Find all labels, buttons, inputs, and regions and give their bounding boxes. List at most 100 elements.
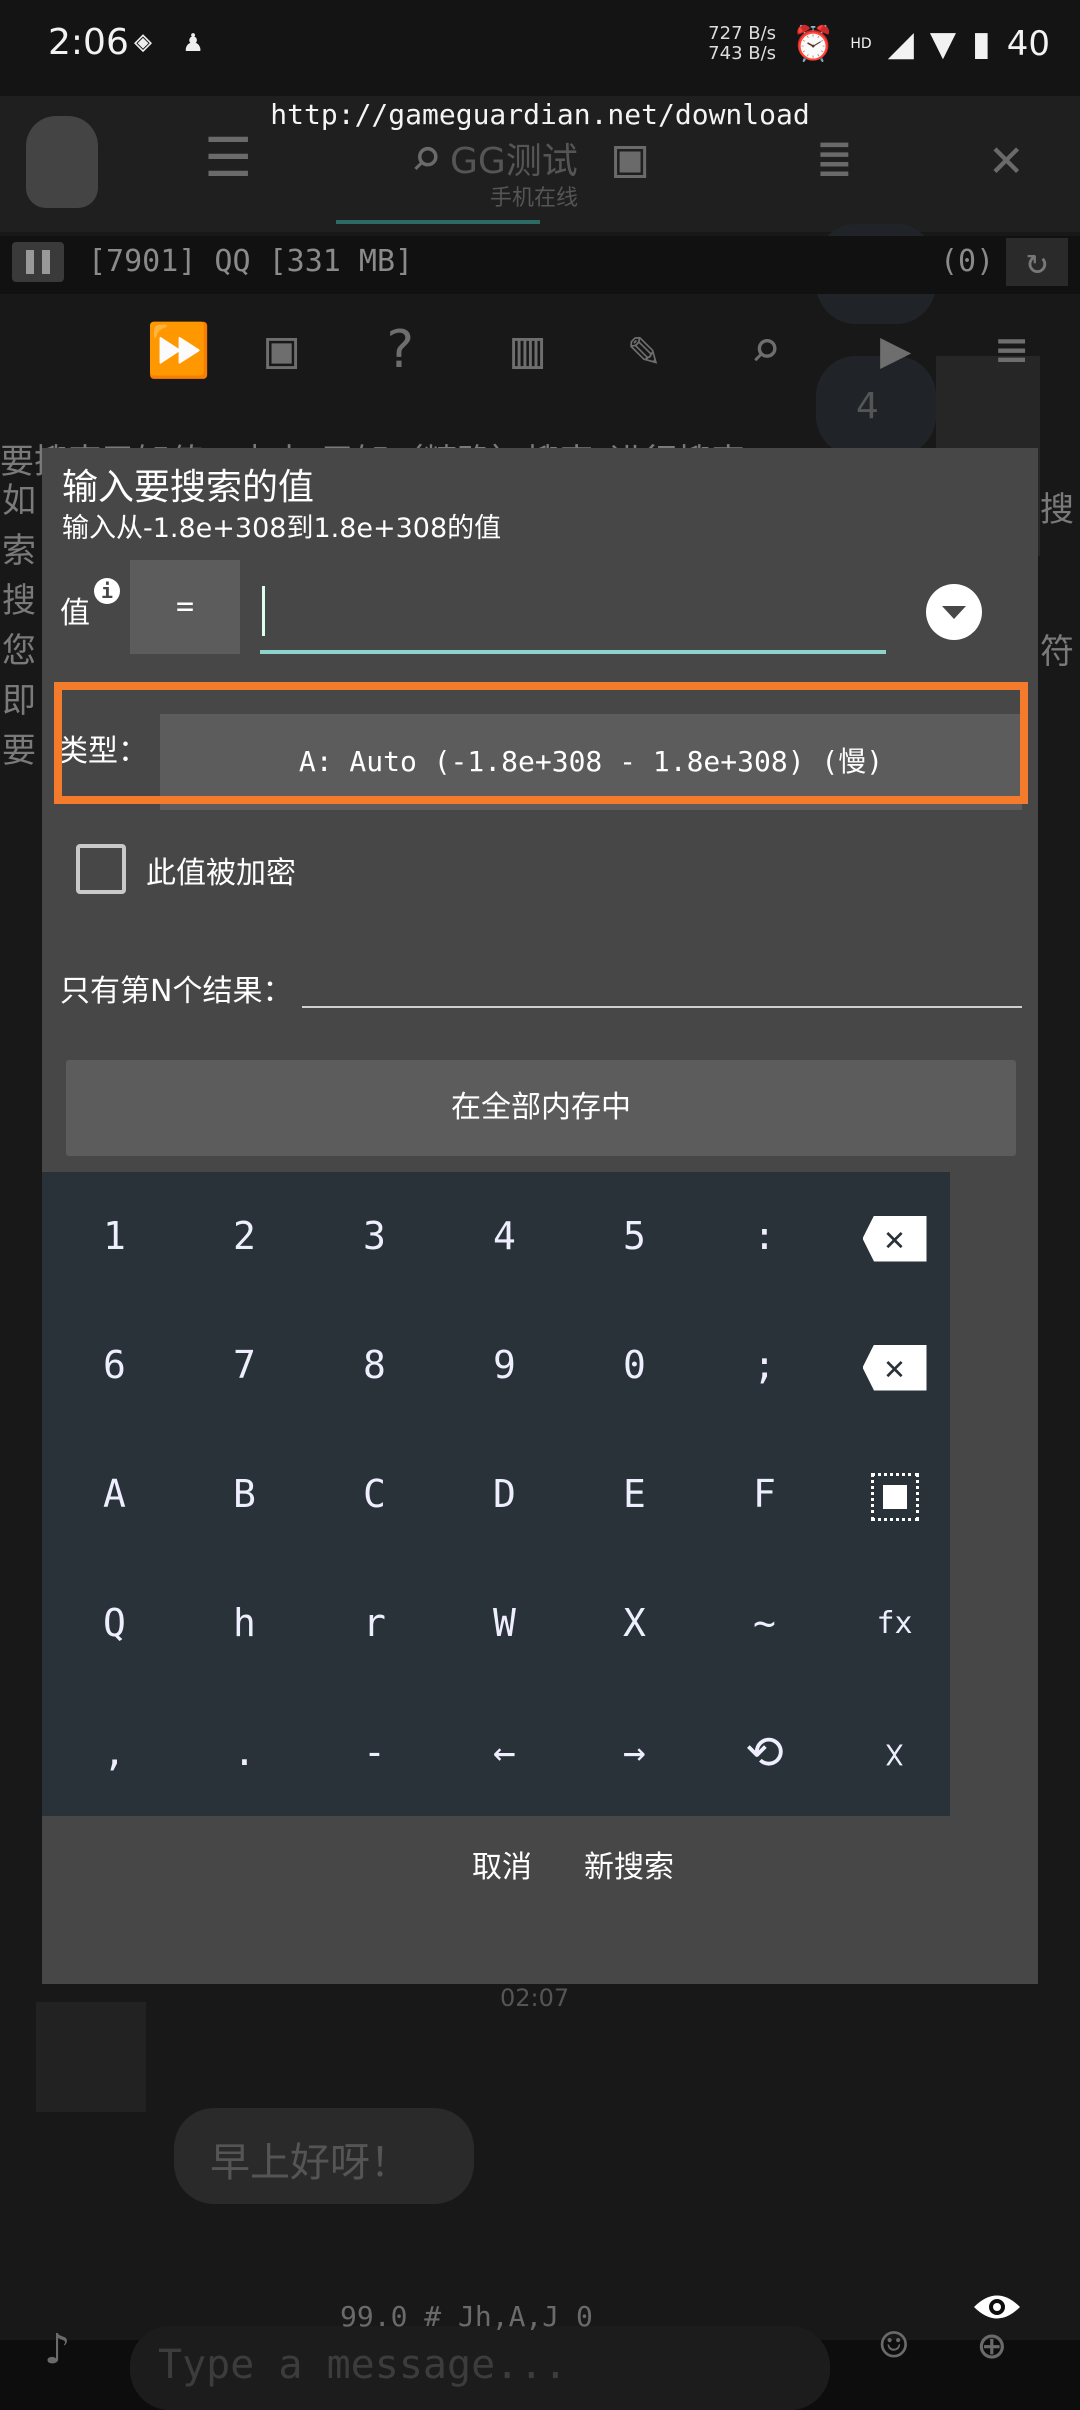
fast-forward-icon[interactable]: ⏩ bbox=[146, 320, 211, 381]
search-icon[interactable]: ⌕ bbox=[750, 320, 781, 380]
nth-result-input[interactable] bbox=[302, 954, 1022, 1008]
notification-icon: ♟ bbox=[184, 24, 203, 59]
chat-title: GG测试 bbox=[450, 141, 578, 182]
key-;[interactable]: ; bbox=[700, 1301, 829, 1430]
history-icon[interactable]: ⟲ bbox=[700, 1688, 829, 1817]
key-7[interactable]: 7 bbox=[180, 1301, 309, 1430]
sender-avatar bbox=[36, 2002, 146, 2112]
dialog-title: 输入要搜索的值 bbox=[62, 467, 315, 508]
net-speed: 727 B/s 743 B/s bbox=[708, 24, 776, 64]
key-B[interactable]: B bbox=[180, 1430, 309, 1559]
text-caret bbox=[262, 586, 265, 636]
encrypted-checkbox[interactable] bbox=[76, 844, 126, 894]
status-bar: 2:06 ◈ ♟ 727 B/s 743 B/s ⏰ HD ◢ ▼ ▮ 40 bbox=[0, 0, 1080, 96]
search-unknown-icon[interactable]: ? bbox=[384, 320, 415, 380]
process-label: [7901] QQ [331 MB] bbox=[88, 244, 414, 279]
status-time: 2:06 bbox=[48, 22, 129, 63]
key-r[interactable]: r bbox=[310, 1559, 439, 1688]
key-W[interactable]: W bbox=[440, 1559, 569, 1688]
dropdown-arrow-icon[interactable] bbox=[926, 584, 982, 640]
key-D[interactable]: D bbox=[440, 1430, 569, 1559]
pause-button[interactable] bbox=[12, 242, 64, 282]
close-icon: ✕ bbox=[990, 126, 1023, 189]
key-~[interactable]: ~ bbox=[700, 1559, 829, 1688]
encrypted-label: 此值被加密 bbox=[146, 856, 296, 891]
backspace-icon[interactable]: ✕ bbox=[830, 1172, 959, 1301]
result-count: (0) bbox=[940, 244, 995, 279]
memory-range-button[interactable]: 在全部内存中 bbox=[66, 1060, 1016, 1156]
tool-row: ⏩ ▣ ? ▥ ✎ ⌕ ▶ ≡ bbox=[0, 320, 1080, 410]
new-search-button[interactable]: 新搜索 bbox=[584, 1842, 674, 1886]
search-dialog: 输入要搜索的值 输入从-1.8e+308到1.8e+308的值 值 i = 类型… bbox=[42, 448, 1038, 1984]
key-E[interactable]: E bbox=[570, 1430, 699, 1559]
key-6[interactable]: 6 bbox=[50, 1301, 179, 1430]
eye-icon[interactable] bbox=[972, 2290, 1022, 2324]
collapse-icon[interactable]: ⌄ ⌃ bbox=[830, 1688, 959, 1817]
info-icon[interactable]: i bbox=[94, 578, 120, 604]
signal-icon: ◢ bbox=[887, 24, 914, 64]
key-F[interactable]: F bbox=[700, 1430, 829, 1559]
key-Q[interactable]: Q bbox=[50, 1559, 179, 1688]
dialog-subtitle: 输入从-1.8e+308到1.8e+308的值 bbox=[62, 513, 502, 544]
play-icon[interactable]: ▶ bbox=[880, 320, 911, 380]
key-→[interactable]: → bbox=[570, 1688, 699, 1817]
key-←[interactable]: ← bbox=[440, 1688, 569, 1817]
key-2[interactable]: 2 bbox=[180, 1172, 309, 1301]
key-1[interactable]: 1 bbox=[50, 1172, 179, 1301]
key-C[interactable]: C bbox=[310, 1430, 439, 1559]
cancel-button[interactable]: 取消 bbox=[472, 1842, 532, 1886]
nth-result-label: 只有第N个结果： bbox=[60, 974, 293, 1009]
key-X[interactable]: X bbox=[570, 1559, 699, 1688]
battery-level: 40 bbox=[1006, 24, 1050, 64]
add-icon: ⊕ bbox=[978, 2318, 1006, 2372]
right-char-1: 搜 bbox=[1040, 490, 1074, 530]
key-h[interactable]: h bbox=[180, 1559, 309, 1688]
edit-icon[interactable]: ✎ bbox=[628, 320, 659, 380]
key-4[interactable]: 4 bbox=[440, 1172, 569, 1301]
key-0[interactable]: 0 bbox=[570, 1301, 699, 1430]
key-9[interactable]: 9 bbox=[440, 1301, 569, 1430]
tab-indicator bbox=[336, 220, 540, 224]
value-label: 值 bbox=[60, 596, 90, 631]
settings-sliders-icon: ☰ bbox=[204, 126, 253, 189]
chat-message: 早上好呀！ bbox=[210, 2140, 410, 2186]
key-:[interactable]: : bbox=[700, 1172, 829, 1301]
save-icon[interactable]: ▣ bbox=[266, 320, 297, 380]
key-8[interactable]: 8 bbox=[310, 1301, 439, 1430]
gg-url: http://gameguardian.net/download bbox=[270, 98, 810, 131]
operator-button[interactable]: = bbox=[130, 560, 240, 654]
microphone-icon: ♪ bbox=[44, 2324, 71, 2375]
process-bar: [7901] QQ [331 MB] (0) ↻ bbox=[0, 236, 1080, 294]
gg-icon: ◈ bbox=[134, 24, 153, 59]
clear-icon[interactable]: ✕ bbox=[830, 1301, 959, 1430]
net-down: 743 B/s bbox=[708, 43, 777, 64]
net-up: 727 B/s bbox=[708, 23, 777, 44]
footer-status: 99.0 # Jh,A,J 0 bbox=[340, 2300, 593, 2333]
select-all-icon[interactable] bbox=[830, 1430, 959, 1559]
alarm-icon: ⏰ bbox=[792, 24, 835, 64]
search-icon: ⌕ bbox=[410, 126, 443, 189]
key-,[interactable]: , bbox=[50, 1688, 179, 1817]
keypad: 1 2 3 4 5: ✕ 6 7 8 9 0; ✕ A B C D E F Qh r W X ~ fx,. - ← → ⟲ ⌄ ⌃ bbox=[42, 1172, 950, 1816]
wifi-icon: ▼ bbox=[929, 24, 957, 64]
menu-icon[interactable]: ≡ bbox=[996, 320, 1027, 380]
message-placeholder: Type a message... bbox=[158, 2342, 568, 2388]
key--[interactable]: - bbox=[310, 1688, 439, 1817]
status-right: 727 B/s 743 B/s ⏰ HD ◢ ▼ ▮ 40 bbox=[708, 24, 1050, 65]
chat-timestamp: 02:07 bbox=[500, 1984, 570, 2012]
key-A[interactable]: A bbox=[50, 1430, 179, 1559]
key-fx[interactable]: fx bbox=[830, 1559, 959, 1688]
chat-subtitle: 手机在线 bbox=[490, 186, 579, 211]
left-chars: 如 索 搜 您 即 要 bbox=[2, 481, 36, 771]
right-char-2: 符 bbox=[1040, 632, 1074, 672]
battery-icon: ▮ bbox=[972, 24, 991, 64]
refresh-icon[interactable]: ↻ bbox=[1006, 238, 1068, 286]
key-3[interactable]: 3 bbox=[310, 1172, 439, 1301]
type-row: 类型： A: Auto (-1.8e+308 - 1.8e+308) (慢) bbox=[40, 666, 1040, 818]
key-.[interactable]: . bbox=[180, 1688, 309, 1817]
key-5[interactable]: 5 bbox=[570, 1172, 699, 1301]
emoji-icon: ☺ bbox=[880, 2318, 908, 2372]
value-input[interactable] bbox=[260, 578, 886, 654]
list-icon: ≣ bbox=[818, 126, 851, 189]
delete-icon[interactable]: ▥ bbox=[512, 320, 543, 380]
